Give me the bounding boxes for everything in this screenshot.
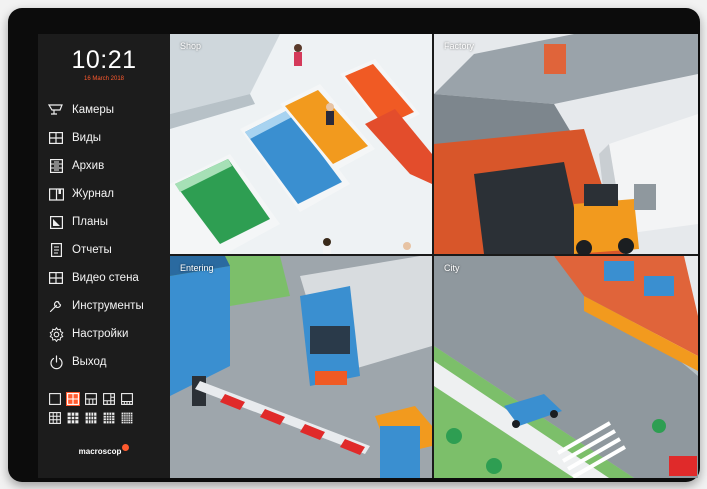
layout-1-5-button[interactable]: [102, 392, 116, 406]
menu-item-reports[interactable]: Отчеты: [48, 236, 170, 264]
menu-item-settings[interactable]: Настройки: [48, 320, 170, 348]
tablet-device: 10:21 16 March 2018 Камеры Виды Архив Жу…: [8, 8, 700, 482]
layout-1x1-button[interactable]: [48, 392, 62, 406]
menu-label: Выход: [72, 356, 107, 368]
layout-4x4-button[interactable]: [102, 411, 116, 425]
layout-2x2-button[interactable]: [66, 392, 80, 406]
wrench-icon: [48, 298, 64, 314]
gear-icon: [48, 326, 64, 342]
menu-item-video-wall[interactable]: Видео стена: [48, 264, 170, 292]
shop-scene: [170, 34, 432, 254]
city-scene: [434, 256, 698, 478]
layout-1-7-button[interactable]: [120, 392, 134, 406]
menu-item-archive[interactable]: Архив: [48, 152, 170, 180]
menu-item-views[interactable]: Виды: [48, 124, 170, 152]
app-screen: 10:21 16 March 2018 Камеры Виды Архив Жу…: [38, 34, 698, 478]
menu-label: Архив: [72, 160, 105, 172]
grid-view-icon: [48, 130, 64, 146]
camera-tile-city[interactable]: City: [434, 256, 698, 478]
layout-1-3-button[interactable]: [84, 392, 98, 406]
brand-logo: macroscop: [38, 444, 170, 456]
layout-1-12-button[interactable]: [84, 411, 98, 425]
menu-label: Видео стена: [72, 272, 139, 284]
power-icon: [48, 354, 64, 370]
video-wall-icon: [48, 270, 64, 286]
menu-label: Камеры: [72, 104, 115, 116]
clock-time: 10:21: [71, 46, 137, 74]
menu-label: Инструменты: [72, 300, 144, 312]
camera-label: Entering: [180, 263, 214, 273]
menu-item-cameras[interactable]: Камеры: [48, 96, 170, 124]
factory-scene: [434, 34, 698, 254]
main-menu: Камеры Виды Архив Журнал Планы Отчеты Ви…: [48, 96, 170, 376]
menu-label: Журнал: [72, 188, 114, 200]
menu-item-journal[interactable]: Журнал: [48, 180, 170, 208]
camera-tile-shop[interactable]: Shop: [170, 34, 432, 254]
camera-label: Factory: [444, 41, 475, 51]
brand-name: macroscop: [78, 447, 122, 456]
reports-icon: [48, 242, 64, 258]
layout-5x5-button[interactable]: [120, 411, 134, 425]
layout-3x3-button[interactable]: [48, 411, 62, 425]
menu-label: Отчеты: [72, 244, 112, 256]
camera-label: Shop: [180, 41, 202, 51]
menu-label: Виды: [72, 132, 102, 144]
archive-icon: [48, 158, 64, 174]
menu-item-exit[interactable]: Выход: [48, 348, 170, 376]
layout-selector: [48, 392, 166, 430]
plans-icon: [48, 214, 64, 230]
menu-label: Планы: [72, 216, 108, 228]
camera-grid: Shop Factory Entering City: [170, 34, 698, 478]
camera-tile-entering[interactable]: Entering: [170, 256, 432, 478]
brand-dot-icon: [122, 444, 130, 451]
camera-icon: [48, 102, 64, 118]
sidebar: 10:21 16 March 2018 Камеры Виды Архив Жу…: [38, 34, 170, 478]
entering-scene: [170, 256, 432, 478]
camera-tile-factory[interactable]: Factory: [434, 34, 698, 254]
layout-1-8-button[interactable]: [66, 411, 80, 425]
clock-date: 16 March 2018: [83, 76, 125, 82]
camera-label: City: [444, 263, 460, 273]
menu-label: Настройки: [72, 328, 129, 340]
menu-item-tools[interactable]: Инструменты: [48, 292, 170, 320]
menu-item-plans[interactable]: Планы: [48, 208, 170, 236]
journal-icon: [48, 186, 64, 202]
